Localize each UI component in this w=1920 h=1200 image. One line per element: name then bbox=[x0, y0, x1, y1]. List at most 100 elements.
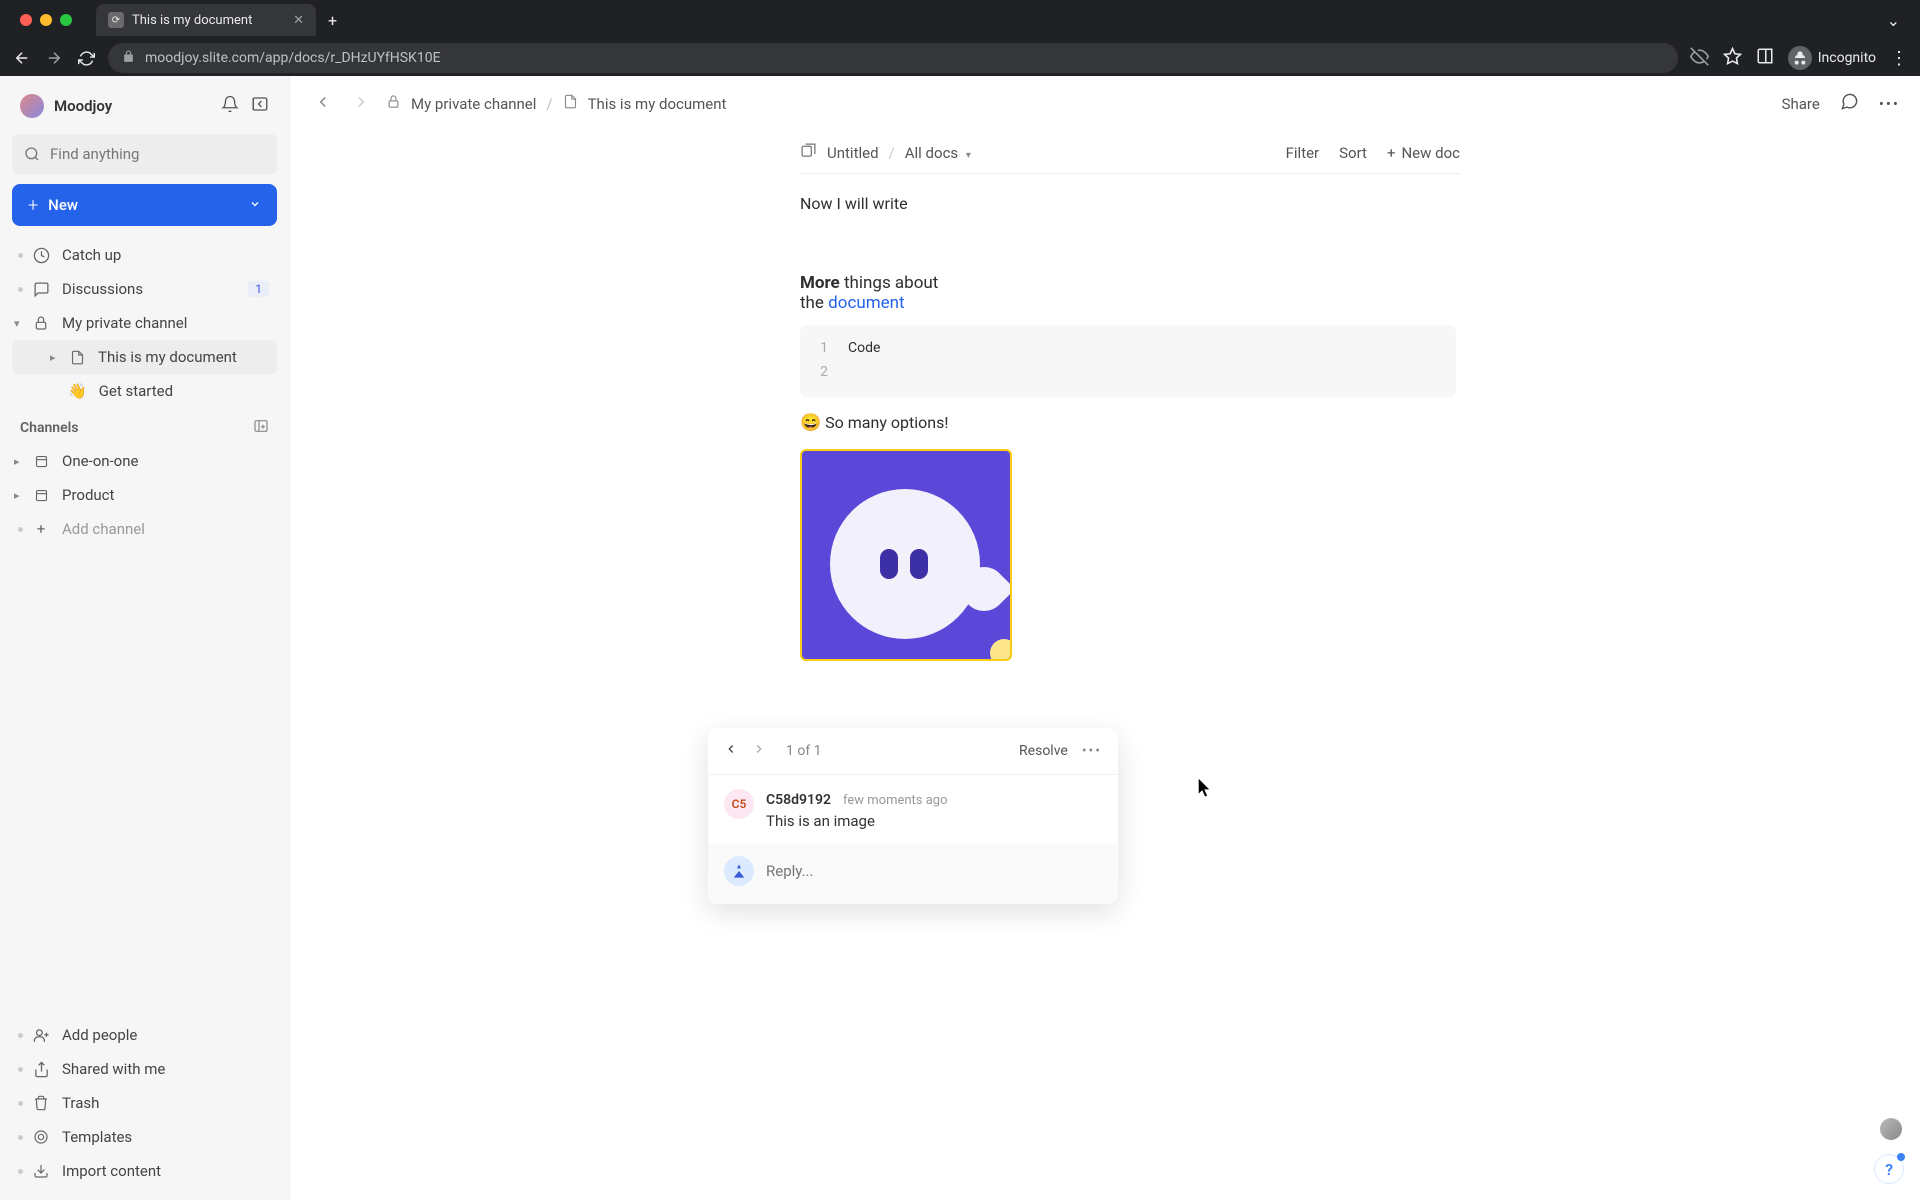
status-dot-icon bbox=[18, 1033, 23, 1038]
status-dot-icon bbox=[18, 1067, 23, 1072]
search-input[interactable]: Find anything bbox=[12, 134, 277, 174]
star-icon[interactable] bbox=[1723, 47, 1742, 70]
nav-label: One-on-one bbox=[62, 452, 138, 470]
comments-icon[interactable] bbox=[1840, 92, 1859, 115]
breadcrumb: My private channel / This is my document bbox=[386, 94, 726, 113]
history-forward-button[interactable] bbox=[348, 89, 374, 119]
ghost-illustration-icon bbox=[830, 489, 980, 639]
eye-off-icon[interactable] bbox=[1690, 47, 1709, 70]
close-window-button[interactable] bbox=[20, 14, 32, 26]
add-channel-panel-icon[interactable] bbox=[253, 418, 269, 438]
comment-author-name: C58d9192 bbox=[766, 792, 831, 808]
new-tab-button[interactable]: + bbox=[328, 11, 337, 30]
nav-label: Get started bbox=[99, 382, 173, 400]
comment-more-icon[interactable]: ••• bbox=[1082, 743, 1102, 759]
nav-label: This is my document bbox=[98, 348, 237, 366]
untitled-label[interactable]: Untitled bbox=[827, 144, 879, 162]
paragraph[interactable]: Now I will write bbox=[800, 194, 950, 213]
new-doc-button[interactable]: + New doc bbox=[1387, 144, 1460, 162]
share-icon bbox=[32, 1061, 50, 1078]
nav-doc-current[interactable]: ▸ This is my document bbox=[12, 340, 277, 374]
channel-product[interactable]: ▸ Product bbox=[12, 478, 277, 512]
comment-counter: 1 of 1 bbox=[786, 743, 822, 759]
new-button[interactable]: + New bbox=[12, 184, 277, 226]
tab-title: This is my document bbox=[132, 13, 252, 28]
discussions-badge: 1 bbox=[248, 281, 269, 297]
history-back-button[interactable] bbox=[310, 89, 336, 119]
share-button[interactable]: Share bbox=[1782, 95, 1820, 113]
import-content-button[interactable]: Import content bbox=[12, 1154, 277, 1188]
chevron-down-icon bbox=[249, 196, 261, 214]
status-dot-icon bbox=[18, 253, 23, 258]
lock-icon bbox=[32, 315, 50, 331]
status-dot-icon bbox=[18, 1169, 23, 1174]
download-icon bbox=[32, 1163, 50, 1179]
document-body[interactable]: Now I will write More things about the d… bbox=[290, 174, 950, 661]
chevron-down-icon: ▾ bbox=[966, 150, 971, 161]
trash-icon bbox=[32, 1095, 50, 1111]
add-people-button[interactable]: Add people bbox=[12, 1018, 277, 1052]
collection-icon[interactable] bbox=[800, 142, 817, 163]
templates-button[interactable]: Templates bbox=[12, 1120, 277, 1154]
incognito-badge[interactable]: Incognito bbox=[1788, 46, 1876, 70]
add-channel-button[interactable]: + Add channel bbox=[12, 512, 277, 546]
sidebar: Moodjoy Find anything + New bbox=[0, 76, 290, 1200]
workspace-switcher[interactable]: Moodjoy bbox=[12, 88, 277, 124]
breadcrumb-parent[interactable]: My private channel bbox=[411, 95, 536, 113]
link-text[interactable]: document bbox=[828, 293, 904, 313]
tabs-overflow-icon[interactable]: ⌄ bbox=[1875, 11, 1912, 30]
more-icon[interactable]: ••• bbox=[1879, 95, 1900, 113]
trash-button[interactable]: Trash bbox=[12, 1086, 277, 1120]
resolve-button[interactable]: Resolve bbox=[1019, 743, 1068, 759]
comment-timestamp: few moments ago bbox=[843, 793, 948, 808]
extensions-icon[interactable] bbox=[1756, 47, 1774, 69]
lock-icon bbox=[122, 50, 135, 66]
code-block[interactable]: 1Code 2 bbox=[800, 325, 1456, 397]
url-bar[interactable]: moodjoy.slite.com/app/docs/r_DHzUYfHSK10… bbox=[108, 43, 1678, 73]
chevron-right-icon[interactable]: ▸ bbox=[14, 455, 20, 468]
comment-indicator-icon[interactable] bbox=[990, 639, 1012, 661]
new-button-label: New bbox=[48, 196, 78, 214]
forward-button[interactable] bbox=[44, 49, 64, 67]
browser-chrome: ⟳ This is my document ✕ + ⌄ moodjoy.slit… bbox=[0, 0, 1920, 76]
collapse-sidebar-icon[interactable] bbox=[251, 95, 269, 117]
maximize-window-button[interactable] bbox=[60, 14, 72, 26]
paragraph-emoji[interactable]: 😄So many options! bbox=[800, 413, 950, 433]
browser-menu-icon[interactable]: ⋮ bbox=[1890, 48, 1908, 69]
nav-discussions[interactable]: Discussions 1 bbox=[12, 272, 277, 306]
document-icon bbox=[563, 94, 578, 113]
nav-label: Discussions bbox=[62, 280, 143, 298]
nav-label: Product bbox=[62, 486, 114, 504]
notifications-icon[interactable] bbox=[221, 95, 239, 117]
workspace-logo-icon bbox=[20, 94, 44, 118]
minimize-window-button[interactable] bbox=[40, 14, 52, 26]
all-docs-dropdown[interactable]: All docs ▾ bbox=[905, 144, 971, 162]
back-button[interactable] bbox=[12, 49, 32, 67]
nav-get-started[interactable]: 👋 Get started bbox=[12, 374, 277, 408]
lock-icon bbox=[386, 94, 401, 113]
channel-one-on-one[interactable]: ▸ One-on-one bbox=[12, 444, 277, 478]
incognito-label: Incognito bbox=[1818, 50, 1876, 66]
status-dot-icon bbox=[18, 1101, 23, 1106]
breadcrumb-current[interactable]: This is my document bbox=[588, 95, 727, 113]
paragraph-rich[interactable]: More things about the document bbox=[800, 273, 950, 313]
chevron-down-icon[interactable]: ▾ bbox=[14, 317, 20, 330]
tab-close-icon[interactable]: ✕ bbox=[293, 13, 304, 28]
nav-private-channel[interactable]: ▾ My private channel bbox=[12, 306, 277, 340]
browser-tab[interactable]: ⟳ This is my document ✕ bbox=[96, 4, 316, 36]
help-button[interactable]: ? bbox=[1874, 1154, 1904, 1184]
presence-avatar[interactable] bbox=[1880, 1118, 1902, 1140]
reply-input[interactable] bbox=[766, 862, 1102, 880]
channels-heading: Channels bbox=[12, 408, 277, 444]
chevron-right-icon[interactable]: ▸ bbox=[50, 351, 56, 364]
next-comment-button[interactable] bbox=[752, 742, 766, 760]
reload-button[interactable] bbox=[76, 50, 96, 67]
filter-button[interactable]: Filter bbox=[1286, 144, 1320, 162]
sort-button[interactable]: Sort bbox=[1339, 144, 1367, 162]
plus-icon: + bbox=[1387, 144, 1396, 162]
nav-catch-up[interactable]: Catch up bbox=[12, 238, 277, 272]
prev-comment-button[interactable] bbox=[724, 742, 738, 760]
chevron-right-icon[interactable]: ▸ bbox=[14, 489, 20, 502]
shared-with-me-button[interactable]: Shared with me bbox=[12, 1052, 277, 1086]
embedded-image[interactable] bbox=[800, 449, 1012, 661]
